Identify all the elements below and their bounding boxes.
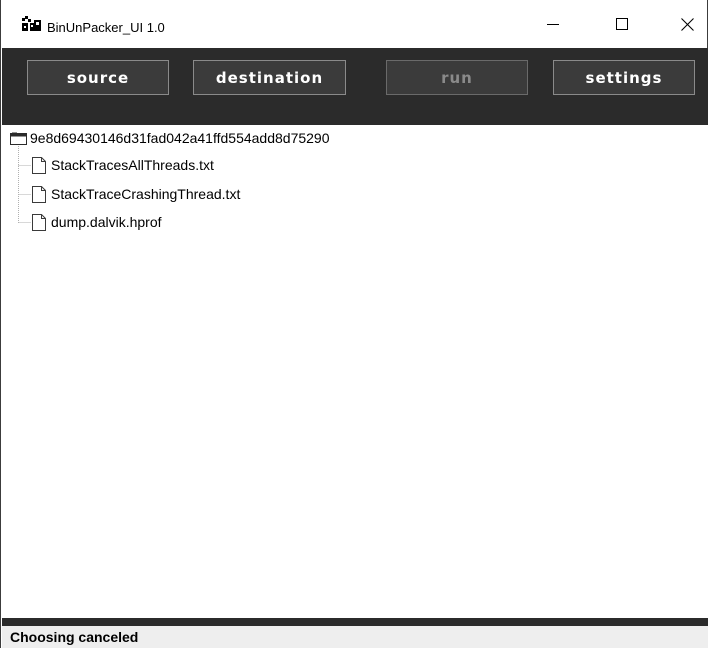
app-icon: [22, 16, 41, 31]
maximize-icon: [616, 18, 628, 30]
tree-file-label: StackTraceCrashingThread.txt: [51, 186, 241, 202]
window-title: BinUnPacker_UI 1.0: [47, 20, 165, 35]
tree-file-label: StackTracesAllThreads.txt: [51, 157, 214, 173]
status-text: Choosing canceled: [10, 629, 139, 645]
close-icon: [680, 17, 694, 31]
minimize-icon: [547, 24, 559, 25]
source-button[interactable]: source: [27, 60, 169, 95]
maximize-button[interactable]: [599, 0, 645, 48]
close-button[interactable]: [664, 0, 708, 48]
file-icon: [32, 156, 46, 174]
destination-button[interactable]: destination: [193, 60, 346, 95]
minimize-button[interactable]: [530, 0, 576, 48]
settings-button[interactable]: settings: [553, 60, 695, 95]
file-tree[interactable]: 9e8d69430146d31fad042a41ffd554add8d75290…: [2, 125, 708, 618]
tree-file-node[interactable]: dump.dalvik.hprof: [32, 213, 162, 231]
tree-root-label: 9e8d69430146d31fad042a41ffd554add8d75290: [30, 130, 330, 146]
tree-file-node[interactable]: StackTracesAllThreads.txt: [32, 156, 214, 174]
tree-file-label: dump.dalvik.hprof: [51, 214, 162, 230]
file-icon: [32, 185, 46, 203]
toolbar: source destination run settings: [2, 48, 708, 125]
folder-icon: [10, 132, 27, 145]
file-icon: [32, 213, 46, 231]
tree-file-node[interactable]: StackTraceCrashingThread.txt: [32, 185, 240, 203]
title-bar[interactable]: BinUnPacker_UI 1.0: [1, 0, 707, 48]
run-button[interactable]: run: [386, 60, 528, 95]
status-bar: Choosing canceled: [2, 626, 708, 648]
tree-root-node[interactable]: 9e8d69430146d31fad042a41ffd554add8d75290: [10, 129, 330, 147]
bottom-divider: [2, 618, 708, 626]
app-window: BinUnPacker_UI 1.0 source destination ru…: [0, 0, 708, 648]
